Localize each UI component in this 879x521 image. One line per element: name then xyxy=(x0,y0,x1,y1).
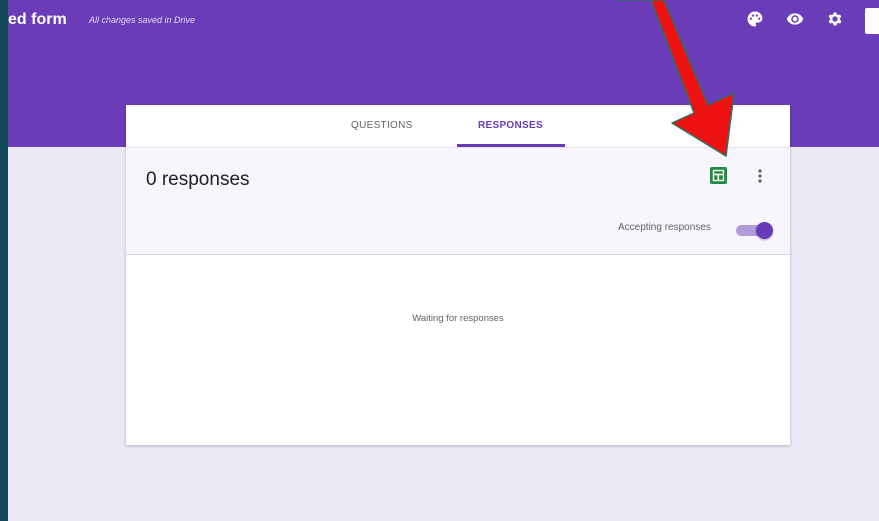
active-tab-indicator xyxy=(457,144,565,147)
empty-state-message: Waiting for responses xyxy=(412,313,504,324)
responses-card: QUESTIONS RESPONSES 0 responses Acceptin… xyxy=(126,105,790,445)
tab-questions[interactable]: QUESTIONS xyxy=(351,120,413,131)
accepting-responses-toggle[interactable] xyxy=(734,220,774,240)
palette-icon[interactable] xyxy=(746,10,764,28)
form-title[interactable]: ed form xyxy=(8,11,67,29)
spreadsheet-icon xyxy=(712,169,725,182)
save-status: All changes saved in Drive xyxy=(89,15,196,25)
tab-bar: QUESTIONS RESPONSES xyxy=(126,105,790,148)
tab-responses[interactable]: RESPONSES xyxy=(478,120,543,131)
response-count: 0 responses xyxy=(146,169,250,190)
forms-page: ed form All changes saved in Drive QUEST… xyxy=(8,0,879,521)
accepting-responses-label: Accepting responses xyxy=(618,222,711,233)
create-spreadsheet-button[interactable] xyxy=(710,167,727,184)
responses-summary: 0 responses Accepting responses xyxy=(126,148,790,255)
gear-icon[interactable] xyxy=(826,10,844,28)
more-options-icon[interactable] xyxy=(754,167,766,185)
toggle-knob xyxy=(756,222,773,239)
send-button[interactable] xyxy=(865,8,879,34)
eye-icon[interactable] xyxy=(786,10,804,28)
